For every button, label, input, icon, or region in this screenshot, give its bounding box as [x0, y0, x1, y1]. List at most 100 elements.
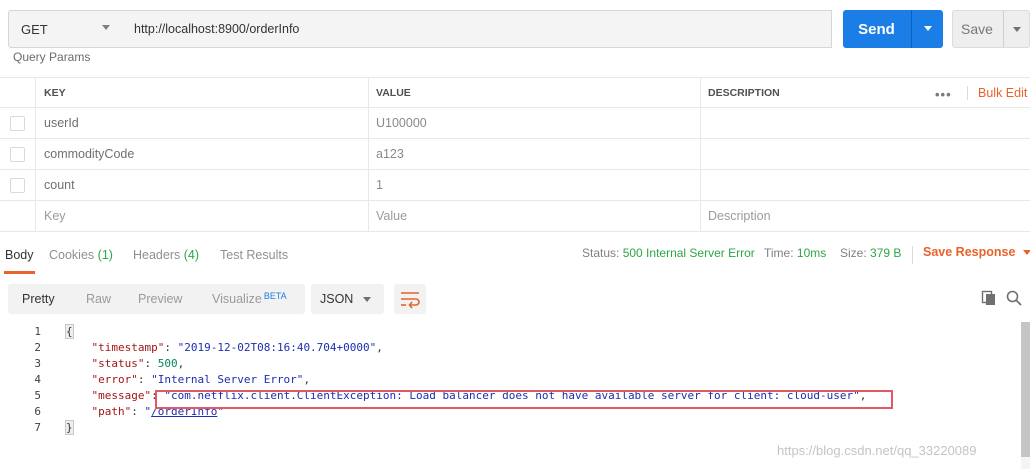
- tab-headers[interactable]: Headers (4): [133, 248, 199, 262]
- view-pretty-button[interactable]: Pretty: [22, 284, 55, 314]
- param-key-field[interactable]: userId: [36, 108, 369, 138]
- json-key: "status": [91, 357, 145, 370]
- time-label: Time:: [764, 246, 794, 260]
- param-row: commodityCode a123: [0, 139, 1030, 170]
- save-options-chevron-icon[interactable]: [1004, 11, 1030, 47]
- method-select[interactable]: GET: [8, 10, 125, 48]
- format-label: JSON: [320, 292, 354, 306]
- json-key: "timestamp": [91, 341, 165, 354]
- active-tab-indicator: [4, 271, 35, 274]
- line-number: 6: [34, 405, 41, 418]
- param-value-field[interactable]: U100000: [369, 108, 701, 138]
- response-status: Status: 500 Internal Server Error: [582, 246, 755, 260]
- code-text: {: [65, 324, 74, 339]
- chevron-down-icon: [102, 25, 110, 30]
- annotation-highlight-box: [155, 390, 893, 409]
- time-value: 10ms: [796, 246, 827, 260]
- response-size: Size: 379 B: [840, 246, 901, 260]
- params-header-row: KEY VALUE DESCRIPTION ••• Bulk Edit: [0, 77, 1030, 108]
- new-key-input[interactable]: Key: [36, 201, 369, 231]
- param-row: count 1: [0, 170, 1030, 201]
- params-table: KEY VALUE DESCRIPTION ••• Bulk Edit user…: [0, 77, 1030, 232]
- format-select[interactable]: JSON: [311, 284, 384, 314]
- json-key: "path": [91, 405, 132, 418]
- code-line: 3 "status": 500,: [0, 356, 1020, 372]
- tab-body[interactable]: Body: [5, 248, 34, 262]
- tab-cookies[interactable]: Cookies (1): [49, 248, 113, 262]
- wrap-lines-button[interactable]: [394, 284, 426, 314]
- tab-headers-label: Headers: [133, 248, 181, 262]
- scrollbar-thumb[interactable]: [1021, 322, 1030, 457]
- copy-icon[interactable]: [981, 290, 997, 306]
- param-description-field[interactable]: [701, 170, 1030, 200]
- param-description-field[interactable]: [701, 139, 1030, 169]
- response-time: Time: 10ms: [764, 246, 826, 260]
- param-checkbox-cell: [0, 108, 36, 138]
- code-line: 7 }: [0, 420, 1020, 436]
- response-scrollbar[interactable]: [1021, 322, 1030, 469]
- param-value-field[interactable]: 1: [369, 170, 701, 200]
- json-key: "error": [91, 373, 138, 386]
- param-checkbox[interactable]: [10, 115, 25, 131]
- save-response-button[interactable]: Save Response: [923, 245, 1030, 259]
- tab-headers-count: (4): [183, 248, 200, 262]
- line-number: 1: [34, 325, 41, 338]
- code-text: "error": "Internal Server Error",: [91, 373, 311, 386]
- line-number: 2: [34, 341, 41, 354]
- code-text: "timestamp": "2019-12-02T08:16:40.704+00…: [91, 341, 383, 354]
- wrap-lines-icon: [401, 292, 420, 309]
- save-button[interactable]: Save: [952, 10, 1030, 48]
- param-row: userId U100000: [0, 108, 1030, 139]
- line-number: 7: [34, 421, 41, 434]
- send-options-chevron-icon[interactable]: [912, 10, 943, 48]
- bulk-edit-link[interactable]: Bulk Edit: [978, 86, 1027, 100]
- new-description-input[interactable]: Description: [701, 201, 1030, 231]
- param-key-field[interactable]: commodityCode: [36, 139, 369, 169]
- header-checkbox-cell: [0, 78, 36, 107]
- header-value: VALUE: [369, 78, 701, 107]
- chevron-down-icon: [1023, 250, 1030, 256]
- chevron-down-icon: [363, 297, 371, 302]
- code-line: 2 "timestamp": "2019-12-02T08:16:40.704+…: [0, 340, 1020, 356]
- line-number: 5: [34, 389, 41, 402]
- code-text: "status": 500,: [91, 357, 185, 370]
- query-params-title: Query Params: [13, 52, 91, 64]
- size-value: 379 B: [870, 246, 902, 260]
- tab-cookies-count: (1): [97, 248, 113, 262]
- view-raw-button[interactable]: Raw: [86, 284, 111, 314]
- json-key: "message": [91, 389, 152, 402]
- json-number-value: 500: [157, 357, 178, 370]
- save-label: Save: [961, 21, 993, 37]
- header-divider: [967, 86, 968, 100]
- param-checkbox[interactable]: [10, 146, 25, 162]
- url-input[interactable]: http://localhost:8900/orderInfo: [124, 10, 832, 48]
- json-string-value: "Internal Server Error": [151, 373, 304, 386]
- param-checkbox-cell: [0, 170, 36, 200]
- new-value-input[interactable]: Value: [369, 201, 701, 231]
- line-number: 4: [34, 373, 41, 386]
- param-checkbox-cell: [0, 201, 36, 231]
- response-tabs: Body Cookies (1) Headers (4) Test Result…: [0, 240, 1030, 274]
- more-options-icon[interactable]: •••: [935, 87, 952, 102]
- param-key-field[interactable]: count: [36, 170, 369, 200]
- save-response-label: Save Response: [923, 245, 1016, 259]
- header-key: KEY: [36, 78, 369, 107]
- status-divider: [912, 246, 913, 264]
- view-mode-group: Pretty Raw Preview Visualize BETA: [8, 284, 305, 314]
- method-label: GET: [21, 21, 48, 37]
- send-button[interactable]: Send: [843, 10, 943, 48]
- line-number: 3: [34, 357, 41, 370]
- size-label: Size:: [840, 246, 867, 260]
- param-value-field[interactable]: a123: [369, 139, 701, 169]
- view-visualize-button[interactable]: Visualize BETA: [212, 284, 287, 314]
- json-string-value: "2019-12-02T08:16:40.704+0000": [177, 341, 377, 354]
- tab-cookies-label: Cookies: [49, 248, 95, 262]
- status-value: 500 Internal Server Error: [622, 246, 755, 260]
- param-checkbox-cell: [0, 139, 36, 169]
- param-checkbox[interactable]: [10, 177, 25, 193]
- search-icon[interactable]: [1006, 290, 1022, 306]
- watermark: https://blog.csdn.net/qq_33220089: [777, 443, 977, 458]
- view-preview-button[interactable]: Preview: [138, 284, 182, 314]
- tab-test-results[interactable]: Test Results: [220, 248, 288, 262]
- param-description-field[interactable]: [701, 108, 1030, 138]
